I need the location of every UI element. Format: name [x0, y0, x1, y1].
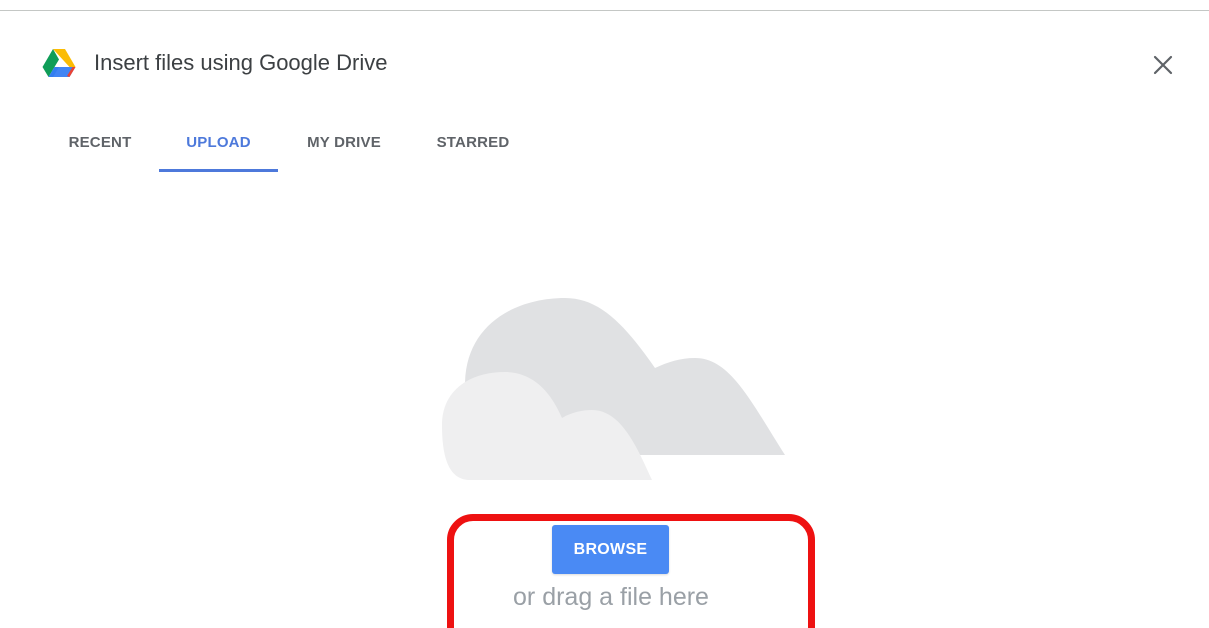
google-drive-logo-icon: [42, 49, 76, 77]
tab-label: MY DRIVE: [307, 134, 381, 151]
cloud-illustration-icon: [442, 298, 785, 480]
tab-label: STARRED: [436, 134, 510, 151]
tab-label: UPLOAD: [186, 134, 251, 151]
tab-recent[interactable]: RECENT: [52, 120, 148, 172]
close-icon[interactable]: [1148, 50, 1178, 80]
tab-label: RECENT: [68, 134, 132, 151]
tab-upload[interactable]: UPLOAD: [159, 120, 278, 172]
dialog-title: Insert files using Google Drive: [94, 50, 388, 75]
drive-picker-dialog: Insert files using Google Drive RECENT U…: [0, 0, 1209, 628]
close-button[interactable]: [1148, 50, 1178, 80]
tab-starred[interactable]: STARRED: [420, 120, 526, 172]
active-tab-indicator: [159, 169, 278, 172]
top-divider: [0, 10, 1209, 11]
highlight-annotation: [447, 514, 815, 628]
tab-my-drive[interactable]: MY DRIVE: [288, 120, 400, 172]
